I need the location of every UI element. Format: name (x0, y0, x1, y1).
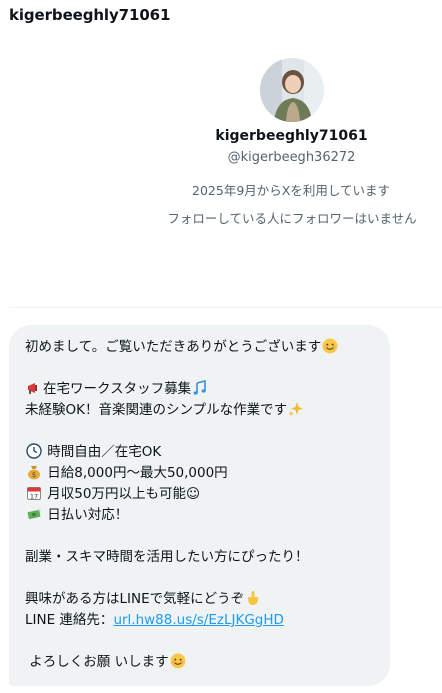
user-handle: @kigerbeegh36272 (227, 150, 356, 165)
avatar-image (259, 58, 324, 122)
calendar-icon: 17 (26, 485, 42, 501)
divider (9, 307, 442, 308)
dm-conversation-page: kigerbeeghly71061 kigerbeeghly71061 @kig… (0, 0, 442, 693)
joined-date: 2025年9月からXを利用しています (192, 183, 390, 198)
message-line: 未経験OK！音楽関連のシンプルな作業です (25, 400, 376, 421)
clock-icon (26, 443, 42, 459)
message-line: 時間自由／在宅OK (25, 442, 376, 463)
display-name[interactable]: kigerbeeghly71061 (215, 126, 367, 146)
message-line: 17 月収50万円以上も可能☺ (25, 484, 376, 505)
avatar[interactable] (259, 58, 324, 122)
message-line: 日払い対応！ (25, 505, 376, 526)
svg-text:17: 17 (30, 493, 38, 501)
message-line: 在宅ワークスタッフ募集 (25, 379, 376, 400)
svg-text:$: $ (32, 471, 36, 479)
message-line: LINE 連絡先：url.hw88.us/s/EzLJKGgHD (25, 612, 284, 628)
musical-notes-icon (192, 379, 208, 396)
megaphone-icon (26, 380, 42, 396)
smiling-face-icon (170, 653, 186, 669)
money-with-wings-icon (26, 506, 42, 522)
message-line: よろしくお願 いします (25, 652, 376, 673)
message-line: $ 日給8,000円〜最大50,000円 (25, 463, 376, 484)
line-contact-link[interactable]: url.hw88.us/s/EzLJKGgHD (113, 612, 283, 628)
message-bubble[interactable]: 初めまして。ご覧いただきありがとうございます 在宅ワークスタッフ募集 未経験OK… (9, 325, 390, 686)
sparkles-icon (288, 401, 304, 417)
message-line: 副業・スキマ時間を活用したい方にぴったり！ (25, 549, 309, 565)
conversation-header-title[interactable]: kigerbeeghly71061 (9, 6, 170, 24)
message-line: 初めまして。ご覧いただきありがとうございます (25, 337, 376, 358)
message-line: 興味がある方はLINEで気軽にどうぞ (25, 589, 376, 610)
pointing-down-icon (245, 590, 261, 606)
followers-note: フォローしている人にフォロワーはいません (167, 211, 417, 226)
money-bag-icon: $ (26, 464, 42, 480)
smiling-face-icon (322, 338, 338, 354)
profile-card[interactable]: kigerbeeghly71061 @kigerbeegh36272 (0, 58, 442, 168)
